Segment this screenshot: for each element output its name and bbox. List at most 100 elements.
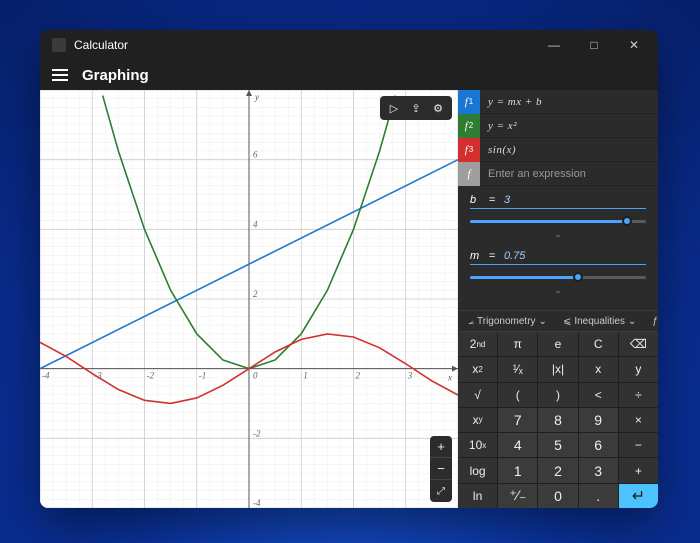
variable-b: b=3 ⌄ [470,194,646,240]
close-button[interactable]: ✕ [614,30,654,60]
svg-text:2: 2 [356,371,361,381]
key-2[interactable]: 2nd [458,332,497,356]
header: Graphing [40,60,658,90]
key-x[interactable]: |x| [538,357,577,381]
chevron-down-icon[interactable]: ⌄ [470,285,646,296]
function-row-3[interactable]: f3sin(x) [458,138,658,162]
svg-text:x: x [447,373,452,383]
key-6[interactable]: 6 [579,433,618,457]
key-3[interactable]: 3 [579,458,618,482]
titlebar: Calculator — □ ✕ [40,30,658,60]
key-1[interactable]: 1 [498,458,537,482]
variable-panel: b=3 ⌄ m=0.75 ⌄ [458,186,658,310]
svg-text:-4: -4 [253,498,261,508]
variable-slider-m[interactable] [470,271,646,283]
zoom-in-button[interactable]: + [430,436,452,458]
function-expression: sin(x) [480,144,516,156]
keypad-category-tabs: ⦟ Trigonometry ⌄ ⩽ Inequalities ⌄ ƒ Func… [458,310,658,332]
key-9[interactable]: 9 [579,408,618,432]
variable-slider-b[interactable] [470,215,646,227]
graph-canvas[interactable]: -4-3-2-11234-4-224680xy ▷ ⇪ ⚙ + − ⤢ [40,90,458,508]
graph-options-button[interactable]: ⚙ [427,99,449,117]
svg-text:0: 0 [253,371,258,381]
svg-text:2: 2 [253,289,258,299]
variable-value-display[interactable]: m=0.75 [470,250,646,265]
maximize-button[interactable]: □ [574,30,614,60]
hamburger-icon[interactable] [52,69,68,81]
chevron-down-icon: ⌄ [539,316,547,327]
function-color-chip: f2 [458,114,480,138]
function-color-chip: f [458,162,480,186]
function-list: f1y = mx + bf2y = x²f3sin(x)fEnter an ex… [458,90,658,186]
key-7[interactable]: 7 [498,408,537,432]
key-4[interactable]: 4 [498,433,537,457]
inequality-icon: ⩽ [563,316,571,327]
svg-text:1: 1 [303,371,308,381]
svg-text:-4: -4 [42,371,50,381]
svg-text:y: y [254,92,259,102]
function-color-chip: f1 [458,90,480,114]
mode-title: Graphing [82,67,149,84]
function-input-empty[interactable]: fEnter an expression [458,162,658,186]
key-x[interactable]: x2 [458,357,497,381]
key-C[interactable]: C [579,332,618,356]
key-[interactable]: √ [458,383,497,407]
key-0[interactable]: 0 [538,484,577,508]
svg-text:-2: -2 [253,428,261,438]
function-icon: ƒ [652,316,658,327]
key-ln[interactable]: ln [458,484,497,508]
key-5[interactable]: 5 [538,433,577,457]
key-log[interactable]: log [458,458,497,482]
key-[interactable]: + [619,458,658,482]
graph-toolbar: ▷ ⇪ ⚙ [380,96,452,120]
key-[interactable]: − [619,433,658,457]
key-[interactable]: ) [538,383,577,407]
key-[interactable]: ¹⁄ₓ [498,357,537,381]
key-[interactable]: × [619,408,658,432]
zoom-out-button[interactable]: − [430,458,452,480]
calculator-window: Calculator — □ ✕ Graphing -4-3-2-11234-4… [40,30,658,508]
key-[interactable]: ⁺⁄₋ [498,484,537,508]
svg-text:4: 4 [253,219,258,229]
variable-value-display[interactable]: b=3 [470,194,646,209]
variable-m: m=0.75 ⌄ [470,250,646,296]
function-color-chip: f3 [458,138,480,162]
tab-trigonometry[interactable]: ⦟ Trigonometry ⌄ [464,316,551,327]
chevron-down-icon: ⌄ [628,316,636,327]
keypad: 2ndπeC⌫x2¹⁄ₓ|x|xy√()<÷xy789×10x456−log12… [458,332,658,508]
key-[interactable]: ÷ [619,383,658,407]
key-8[interactable]: 8 [538,408,577,432]
key-10[interactable]: 10x [458,433,497,457]
svg-text:3: 3 [407,371,413,381]
key-[interactable]: . [579,484,618,508]
key-y[interactable]: y [619,357,658,381]
app-title: Calculator [74,38,128,52]
function-placeholder-text: Enter an expression [480,168,586,180]
chevron-down-icon[interactable]: ⌄ [470,229,646,240]
key-[interactable]: ( [498,383,537,407]
trace-button[interactable]: ▷ [383,99,405,117]
zoom-fit-button[interactable]: ⤢ [430,480,452,502]
function-row-2[interactable]: f2y = x² [458,114,658,138]
minimize-button[interactable]: — [534,30,574,60]
svg-text:-1: -1 [199,371,207,381]
key-[interactable]: ⌫ [619,332,658,356]
function-expression: y = x² [480,120,517,132]
key-[interactable]: π [498,332,537,356]
key-e[interactable]: e [538,332,577,356]
key-x[interactable]: x [579,357,618,381]
key-[interactable]: ↵ [619,484,658,508]
key-[interactable]: < [579,383,618,407]
key-x[interactable]: xy [458,408,497,432]
function-expression: y = mx + b [480,96,542,108]
app-icon [52,38,66,52]
angle-icon: ⦟ [468,316,474,327]
function-row-1[interactable]: f1y = mx + b [458,90,658,114]
tab-function[interactable]: ƒ Function ⌄ [648,316,658,327]
input-pane: f1y = mx + bf2y = x²f3sin(x)fEnter an ex… [458,90,658,508]
zoom-controls: + − ⤢ [430,436,452,502]
svg-text:6: 6 [253,150,258,160]
tab-inequalities[interactable]: ⩽ Inequalities ⌄ [559,316,640,327]
key-2[interactable]: 2 [538,458,577,482]
share-graph-button[interactable]: ⇪ [405,99,427,117]
